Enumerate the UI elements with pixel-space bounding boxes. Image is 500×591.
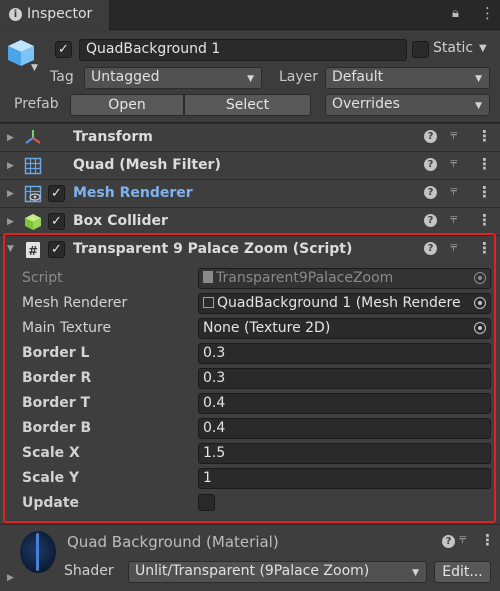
presets-icon[interactable]: ⫧: [450, 155, 458, 171]
component-transform[interactable]: ▶ Transform ? ⫧ ⋮: [0, 123, 500, 151]
tag-label: Tag: [50, 69, 74, 85]
component-name: Mesh Renderer: [73, 185, 193, 201]
material-preview-icon: [20, 531, 56, 573]
static-checkbox[interactable]: [412, 41, 429, 58]
layer-label: Layer: [279, 69, 319, 85]
box-collider-icon: [25, 214, 41, 230]
active-checkbox[interactable]: ✓: [55, 41, 72, 58]
shader-edit-button[interactable]: Edit...: [434, 561, 491, 583]
prefab-label: Prefab: [14, 96, 59, 112]
mesh-renderer-enabled-checkbox[interactable]: ✓: [48, 185, 65, 202]
kebab-menu-icon[interactable]: ⋮: [480, 4, 495, 22]
foldout-arrow-icon[interactable]: ▶: [7, 217, 14, 227]
help-icon[interactable]: ?: [442, 535, 455, 548]
component-name: Transform: [73, 129, 153, 145]
object-name-field[interactable]: QuadBackground 1: [79, 39, 407, 61]
mesh-filter-icon: [24, 157, 42, 175]
chevron-down-icon[interactable]: ▼: [479, 43, 487, 54]
static-label: Static: [433, 40, 474, 56]
info-icon: i: [9, 8, 22, 21]
tag-dropdown[interactable]: Untagged ▼: [84, 67, 262, 89]
overrides-dropdown[interactable]: Overrides ▼: [325, 94, 490, 116]
foldout-arrow-icon[interactable]: ▶: [7, 573, 14, 583]
layer-value: Default: [332, 69, 384, 85]
help-icon[interactable]: ?: [424, 130, 437, 143]
component-name: Box Collider: [73, 213, 168, 229]
component-name: Quad (Mesh Filter): [73, 157, 221, 173]
material-name: Quad Background (Material): [67, 533, 279, 551]
component-box-collider[interactable]: ▶ ✓ Box Collider ? ⫧ ⋮: [0, 207, 500, 235]
foldout-arrow-icon[interactable]: ▶: [7, 189, 14, 199]
chevron-down-icon: ▼: [475, 101, 482, 111]
foldout-arrow-icon[interactable]: ▶: [7, 161, 14, 171]
transform-icon: [25, 130, 41, 144]
help-icon[interactable]: ?: [424, 186, 437, 199]
chevron-down-icon: ▼: [475, 74, 482, 84]
presets-icon[interactable]: ⫧: [450, 211, 458, 227]
kebab-menu-icon[interactable]: ⋮: [480, 531, 495, 549]
object-header: ▼ ✓ QuadBackground 1 Static ▼ Tag Untagg…: [0, 31, 500, 123]
shader-label: Shader: [64, 563, 114, 579]
box-collider-enabled-checkbox[interactable]: ✓: [48, 213, 65, 230]
foldout-arrow-icon[interactable]: ▶: [7, 133, 14, 143]
chevron-down-icon: ▼: [247, 74, 254, 84]
mesh-renderer-icon: [24, 185, 42, 203]
presets-icon[interactable]: ⫧: [450, 127, 458, 143]
tag-value: Untagged: [91, 69, 160, 85]
kebab-menu-icon[interactable]: ⋮: [477, 211, 492, 229]
prefab-select-button[interactable]: Select: [184, 94, 311, 116]
chevron-down-icon: ▼: [412, 568, 419, 578]
kebab-menu-icon[interactable]: ⋮: [477, 127, 492, 145]
prefab-open-button[interactable]: Open: [70, 94, 184, 116]
highlight-frame: [3, 233, 496, 523]
shader-dropdown[interactable]: Unlit/Transparent (9Palace Zoom) ▼: [128, 561, 427, 583]
overrides-value: Overrides: [332, 96, 400, 112]
presets-icon[interactable]: ⫧: [450, 183, 458, 199]
kebab-menu-icon[interactable]: ⋮: [477, 155, 492, 173]
component-mesh-renderer[interactable]: ▶ ✓ Mesh Renderer ? ⫧ ⋮: [0, 179, 500, 207]
help-icon[interactable]: ?: [424, 158, 437, 171]
chevron-down-icon[interactable]: ▼: [31, 63, 38, 73]
component-mesh-filter[interactable]: ▶ Quad (Mesh Filter) ? ⫧ ⋮: [0, 151, 500, 179]
shader-value: Unlit/Transparent (9Palace Zoom): [135, 563, 370, 579]
tab-inspector[interactable]: i Inspector: [0, 0, 110, 30]
lock-icon[interactable]: 🔒︎: [452, 6, 459, 21]
tab-bar: i Inspector 🔒︎ ⋮: [0, 0, 500, 30]
kebab-menu-icon[interactable]: ⋮: [477, 183, 492, 201]
presets-icon[interactable]: ⫧: [459, 531, 467, 547]
layer-dropdown[interactable]: Default ▼: [325, 67, 490, 89]
help-icon[interactable]: ?: [424, 214, 437, 227]
tab-label: Inspector: [27, 6, 93, 22]
